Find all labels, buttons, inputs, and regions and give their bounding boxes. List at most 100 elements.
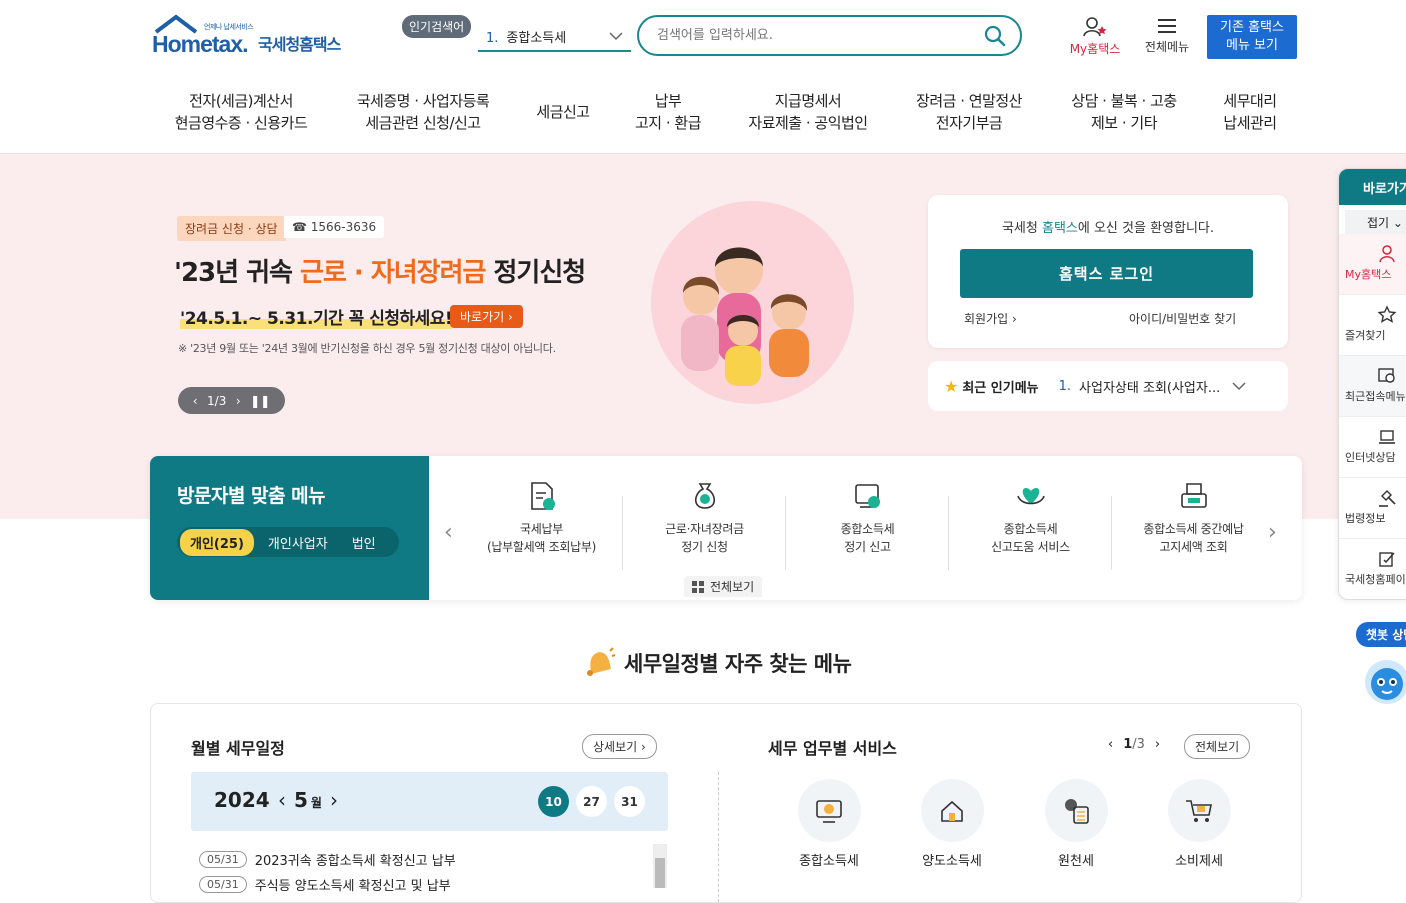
search-box: [637, 15, 1022, 56]
family-illustration-svg: [681, 247, 809, 386]
quick-item-recent[interactable]: 최근접속메뉴: [1339, 356, 1406, 417]
services-pager: ‹ 1 /3 ›: [1108, 737, 1160, 752]
recent-rank: 1.: [1058, 378, 1072, 394]
next-slide-icon[interactable]: ›: [236, 394, 241, 408]
visitor-item-income-tax-return[interactable]: 종합소득세 정기 신고: [786, 480, 949, 570]
quick-fold-button[interactable]: 접기 ⌄: [1345, 210, 1406, 234]
all-menu-button[interactable]: 전체메뉴: [1139, 16, 1195, 55]
tab-corporation[interactable]: 법인: [342, 529, 386, 556]
legacy-menu-line1: 기존 홈택스: [1220, 20, 1284, 35]
recent-search-icon: [1378, 368, 1395, 383]
day-chip[interactable]: 27: [576, 786, 607, 817]
gnb-line1: 세무대리: [1223, 92, 1277, 110]
visitor-item-incentive[interactable]: 근로·자녀장려금 정기 신청: [623, 480, 786, 570]
recent-popular-menu[interactable]: ★ 최근 인기메뉴 1. 사업자상태 조회(사업자...: [928, 361, 1288, 411]
item-line1: 근로·자녀장려금: [665, 522, 744, 536]
event-text: 주식등 양도소득세 확정신고 및 납부: [254, 879, 451, 894]
hero-tag: 장려금 신청 · 상담: [177, 216, 286, 241]
find-id-link[interactable]: 아이디/비밀번호 찾기: [1129, 310, 1236, 327]
legacy-menu-button[interactable]: 기존 홈택스 메뉴 보기: [1207, 15, 1297, 59]
welcome-pre: 국세청: [1001, 221, 1042, 236]
visitor-title: 방문자별 맞춤 메뉴: [177, 485, 326, 507]
hero-title: '23년 귀속 근로 · 자녀장려금 정기신청: [174, 252, 586, 289]
join-link[interactable]: 회원가입 ›: [964, 310, 1017, 327]
calendar-year: 2024: [214, 788, 270, 812]
gnb-agent[interactable]: 세무대리 납세관리: [1214, 90, 1286, 134]
event-text: 2023귀속 종합소득세 확정신고 납부: [254, 854, 456, 869]
tab-individual[interactable]: 개인(25): [180, 528, 254, 556]
prev-page-icon[interactable]: ‹: [1108, 737, 1113, 752]
monthly-schedule-title: 월별 세무일정: [191, 739, 285, 758]
quick-item-online-consult[interactable]: 인터넷상담: [1339, 417, 1406, 478]
quick-item-law[interactable]: 법령정보: [1339, 478, 1406, 539]
logo-wordmark: Hometax.: [152, 31, 249, 57]
day-chip[interactable]: 31: [614, 786, 645, 817]
service-withholding-tax[interactable]: 원천세: [1026, 779, 1126, 869]
item-line1: 종합소득세: [1003, 522, 1058, 536]
gnb-line2: 전자기부금: [935, 114, 1003, 132]
gnb-line1: 세금신고: [536, 103, 590, 121]
gnb-consult[interactable]: 상담 · 불복 · 고충 제보 · 기타: [1062, 90, 1186, 134]
login-panel: 국세청 홈택스에 오신 것을 환영합니다. 홈택스 로그인 회원가입 › 아이디…: [928, 195, 1288, 348]
service-capital-gains-tax[interactable]: 양도소득세: [902, 779, 1002, 869]
services-view-all[interactable]: 전체보기: [1184, 734, 1251, 759]
schedule-event[interactable]: 05/31 주식등 양도소득세 확정신고 및 납부: [199, 875, 451, 894]
gnb-line2: 고지 · 환급: [634, 114, 702, 132]
service-label: 소비제세: [1175, 854, 1223, 869]
service-consumption-tax[interactable]: 소비제세: [1149, 779, 1249, 869]
star-outline-icon: [1377, 305, 1397, 323]
visitor-item-tax-payment[interactable]: 국세납부 (납부할세액 조회납부): [460, 480, 623, 570]
schedule-event[interactable]: 05/31 2023귀속 종합소득세 확정신고 납부: [199, 850, 456, 869]
services-title: 세무 업무별 서비스: [768, 739, 897, 758]
chatbot-button[interactable]: 챗봇 상담: [1356, 622, 1406, 647]
document-pay-icon: [530, 482, 555, 510]
quick-item-favorites[interactable]: 즐겨찾기: [1339, 295, 1406, 356]
gnb-payment-statement[interactable]: 지급명세서 자료제출 · 공익법인: [742, 90, 874, 134]
popular-search-badge: 인기검색어: [402, 15, 472, 38]
gnb-payment[interactable]: 납부 고지 · 환급: [628, 90, 708, 134]
detail-button[interactable]: 상세보기 ›: [582, 734, 657, 759]
recent-item: 사업자상태 조회(사업자...: [1079, 380, 1221, 396]
hero-go-button[interactable]: 바로가기 ›: [450, 305, 523, 328]
pause-icon[interactable]: ❚❚: [250, 394, 270, 408]
my-hometax-button[interactable]: My홈택스: [1064, 16, 1126, 57]
visitor-menu-panel: 방문자별 맞춤 메뉴 개인(25) 개인사업자 법인 ‹ › 국세납부 (납부할…: [150, 456, 1302, 600]
gnb-certificate[interactable]: 국세증명 · 사업자등록 세금관련 신청/신고: [350, 90, 496, 134]
computer-tax-icon: [854, 484, 880, 508]
quick-item-nts-homepage[interactable]: 국세청홈페이지: [1339, 539, 1406, 599]
search-icon[interactable]: [984, 25, 1006, 47]
search-input[interactable]: [657, 28, 984, 43]
user-star-icon: [1083, 17, 1107, 37]
quick-item-my-hometax[interactable]: My홈택스: [1339, 234, 1406, 295]
visitor-item-interim-prepayment[interactable]: 종합소득세 중간예납 고지세액 조회: [1112, 480, 1275, 570]
item-line1: 종합소득세: [840, 522, 895, 536]
item-line2: 고지세액 조회: [1159, 540, 1228, 554]
visitor-item-filing-help[interactable]: 종합소득세 신고도움 서비스: [949, 480, 1112, 570]
next-page-icon[interactable]: ›: [1155, 737, 1160, 752]
service-income-tax[interactable]: 종합소득세: [779, 779, 879, 869]
view-all-button[interactable]: 전체보기: [684, 576, 763, 597]
login-button[interactable]: 홈택스 로그인: [960, 249, 1253, 298]
prev-arrow-icon[interactable]: ‹: [444, 520, 453, 545]
calendar-month: ‹ 5 월 ›: [278, 788, 338, 812]
laptop-icon: [1379, 430, 1395, 444]
quick-item-label: 최근접속메뉴: [1345, 390, 1406, 403]
quick-item-label: 법령정보: [1345, 512, 1386, 525]
chevron-down-icon: [609, 32, 623, 41]
gnb-tax-return[interactable]: 세금신고: [530, 101, 596, 123]
hometax-logo[interactable]: 언제나 납세서비스 Hometax. 국세청홈택스: [152, 14, 352, 62]
tab-sole-proprietor[interactable]: 개인사업자: [258, 529, 338, 556]
next-month-icon[interactable]: ›: [330, 788, 338, 812]
prev-slide-icon[interactable]: ‹: [193, 394, 198, 408]
service-icon-bg: [1167, 779, 1231, 842]
quick-fold-label: 접기: [1367, 216, 1390, 230]
chatbot-mascot-icon[interactable]: [1362, 654, 1406, 708]
popular-search-select[interactable]: 1. 종합소득세: [478, 22, 631, 52]
event-list-scrollbar[interactable]: [653, 844, 667, 888]
prev-month-icon[interactable]: ‹: [278, 788, 286, 812]
gnb-einvoice[interactable]: 전자(세금)계산서 현금영수증 · 신용카드: [170, 90, 312, 134]
item-line1: 종합소득세 중간예납: [1143, 522, 1244, 536]
day-chip[interactable]: 10: [538, 786, 569, 817]
family-illustration: [651, 201, 854, 404]
gnb-incentive[interactable]: 장려금 · 연말정산 전자기부금: [908, 90, 1030, 134]
